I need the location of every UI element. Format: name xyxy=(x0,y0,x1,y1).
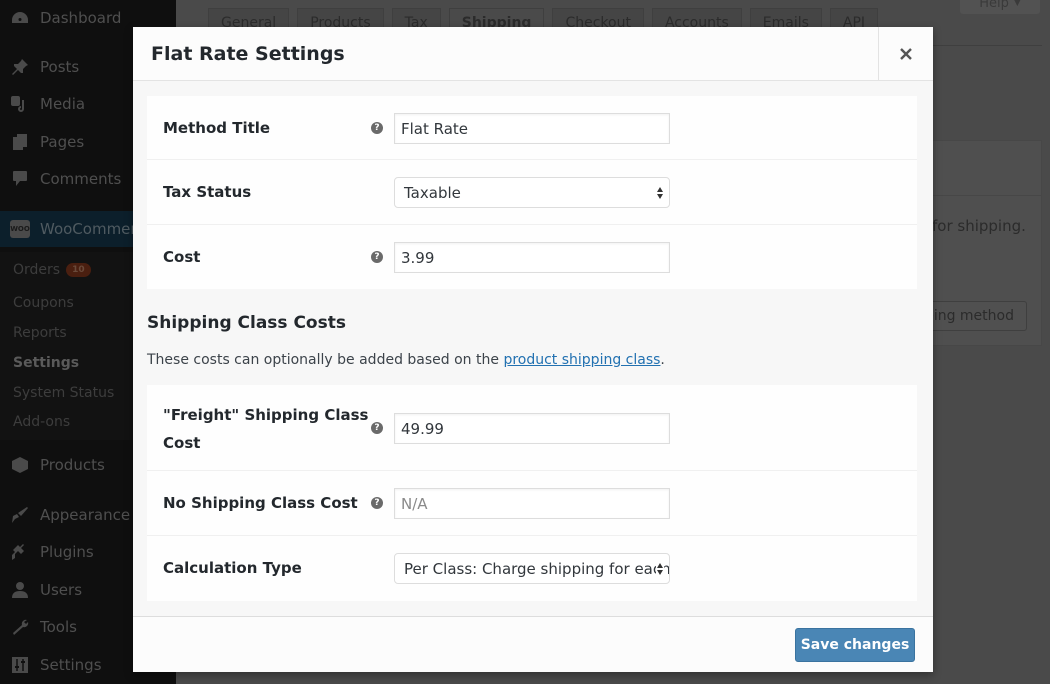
woo-icon: WOO xyxy=(10,219,30,239)
sidebar-item-label: Posts xyxy=(40,58,80,76)
general-settings-form: Method Title ? Flat Rate Tax Status Taxa… xyxy=(147,96,917,289)
no-class-cost-label: No Shipping Class Cost xyxy=(163,494,358,512)
form-row-freight-cost: "Freight" Shipping Class Cost ? 49.99 xyxy=(147,385,917,471)
freight-cost-label: "Freight" Shipping Class Cost xyxy=(163,401,368,457)
user-icon xyxy=(10,580,30,600)
flat-rate-settings-modal: Flat Rate Settings Method Title ? Flat R… xyxy=(133,27,933,672)
tax-status-label: Tax Status xyxy=(163,183,252,201)
form-row-method-title: Method Title ? Flat Rate xyxy=(147,96,917,160)
form-row-cost: Cost ? 3.99 xyxy=(147,225,917,289)
tax-status-select[interactable]: Taxable xyxy=(394,177,670,208)
method-title-input[interactable]: Flat Rate xyxy=(394,113,670,144)
calculation-type-label: Calculation Type xyxy=(163,559,302,577)
select-arrows-icon xyxy=(657,187,663,199)
description-suffix: . xyxy=(660,352,665,368)
section-title: Shipping Class Costs xyxy=(147,313,346,333)
help-icon[interactable]: ? xyxy=(371,422,383,434)
sidebar-item-label: Settings xyxy=(40,656,102,674)
help-button[interactable]: Help ▼ xyxy=(960,0,1040,14)
calculation-type-select[interactable]: Per Class: Charge shipping for each ship… xyxy=(394,553,670,584)
comment-icon xyxy=(10,169,30,189)
modal-title: Flat Rate Settings xyxy=(151,43,345,65)
modal-header: Flat Rate Settings xyxy=(133,27,933,81)
dashboard-icon xyxy=(10,8,30,28)
sidebar-item-label: Tools xyxy=(40,618,77,636)
freight-cost-input[interactable]: 49.99 xyxy=(394,413,670,444)
help-icon[interactable]: ? xyxy=(371,497,383,509)
orders-count-badge: 10 xyxy=(66,263,91,277)
caret-down-icon: ▼ xyxy=(1013,0,1021,8)
submenu-item-add-ons[interactable]: Add-ons xyxy=(13,414,70,430)
media-icon xyxy=(10,94,30,114)
close-icon xyxy=(900,48,912,60)
submenu-item-settings[interactable]: Settings xyxy=(13,355,79,371)
form-row-tax-status: Tax Status Taxable xyxy=(147,160,917,225)
background-text: for shipping. xyxy=(932,217,1026,235)
background-panel-header xyxy=(932,140,1042,196)
sidebar-item-label: Media xyxy=(40,95,86,113)
help-icon[interactable]: ? xyxy=(371,122,383,134)
divider xyxy=(932,45,1042,46)
sidebar-item-label: Dashboard xyxy=(40,9,122,27)
modal-footer: Save changes xyxy=(133,616,933,672)
close-button[interactable] xyxy=(878,27,933,81)
wrench-icon xyxy=(10,617,30,637)
sidebar-item-label: Plugins xyxy=(40,543,94,561)
no-class-cost-input[interactable]: N/A xyxy=(394,488,670,519)
save-changes-button[interactable]: Save changes xyxy=(795,628,915,662)
submenu-item-coupons[interactable]: Coupons xyxy=(13,295,74,311)
submenu-item-reports[interactable]: Reports xyxy=(13,325,67,341)
product-shipping-class-link[interactable]: product shipping class xyxy=(503,352,660,368)
submenu-item-label: Orders xyxy=(13,262,61,278)
shipping-class-costs-form: "Freight" Shipping Class Cost ? 49.99 No… xyxy=(147,385,917,601)
sidebar-item-label: Comments xyxy=(40,170,122,188)
add-shipping-method-button[interactable]: ping method xyxy=(920,301,1027,331)
form-row-calculation-type: Calculation Type Per Class: Charge shipp… xyxy=(147,536,917,601)
box-icon xyxy=(10,455,30,475)
calculation-type-value: Per Class: Charge shipping for each ship… xyxy=(404,559,670,578)
tax-status-value: Taxable xyxy=(404,183,461,202)
submenu-item-system-status[interactable]: System Status xyxy=(13,385,114,401)
plug-icon xyxy=(10,542,30,562)
sidebar-item-label: Appearance xyxy=(40,506,131,524)
label-line: "Freight" Shipping Class xyxy=(163,406,369,424)
submenu-item-orders[interactable]: Orders 10 xyxy=(13,262,91,278)
sidebar-item-label: Products xyxy=(40,456,105,474)
help-label: Help xyxy=(979,0,1009,11)
sidebar-item-label: Pages xyxy=(40,133,85,151)
label-line: Cost xyxy=(163,434,201,452)
section-description: These costs can optionally be added base… xyxy=(147,352,665,368)
pin-icon xyxy=(10,57,30,77)
select-arrows-icon xyxy=(656,562,664,576)
pages-icon xyxy=(10,132,30,152)
cost-label: Cost xyxy=(163,248,201,266)
help-icon[interactable]: ? xyxy=(371,251,383,263)
form-row-no-class-cost: No Shipping Class Cost ? N/A xyxy=(147,471,917,536)
brush-icon xyxy=(10,505,30,525)
button-label: ping method xyxy=(924,308,1014,324)
cost-input[interactable]: 3.99 xyxy=(394,242,670,273)
method-title-label: Method Title xyxy=(163,119,271,137)
description-text: These costs can optionally be added base… xyxy=(147,352,504,368)
sliders-icon xyxy=(10,655,30,675)
sidebar-item-label: Users xyxy=(40,581,83,599)
